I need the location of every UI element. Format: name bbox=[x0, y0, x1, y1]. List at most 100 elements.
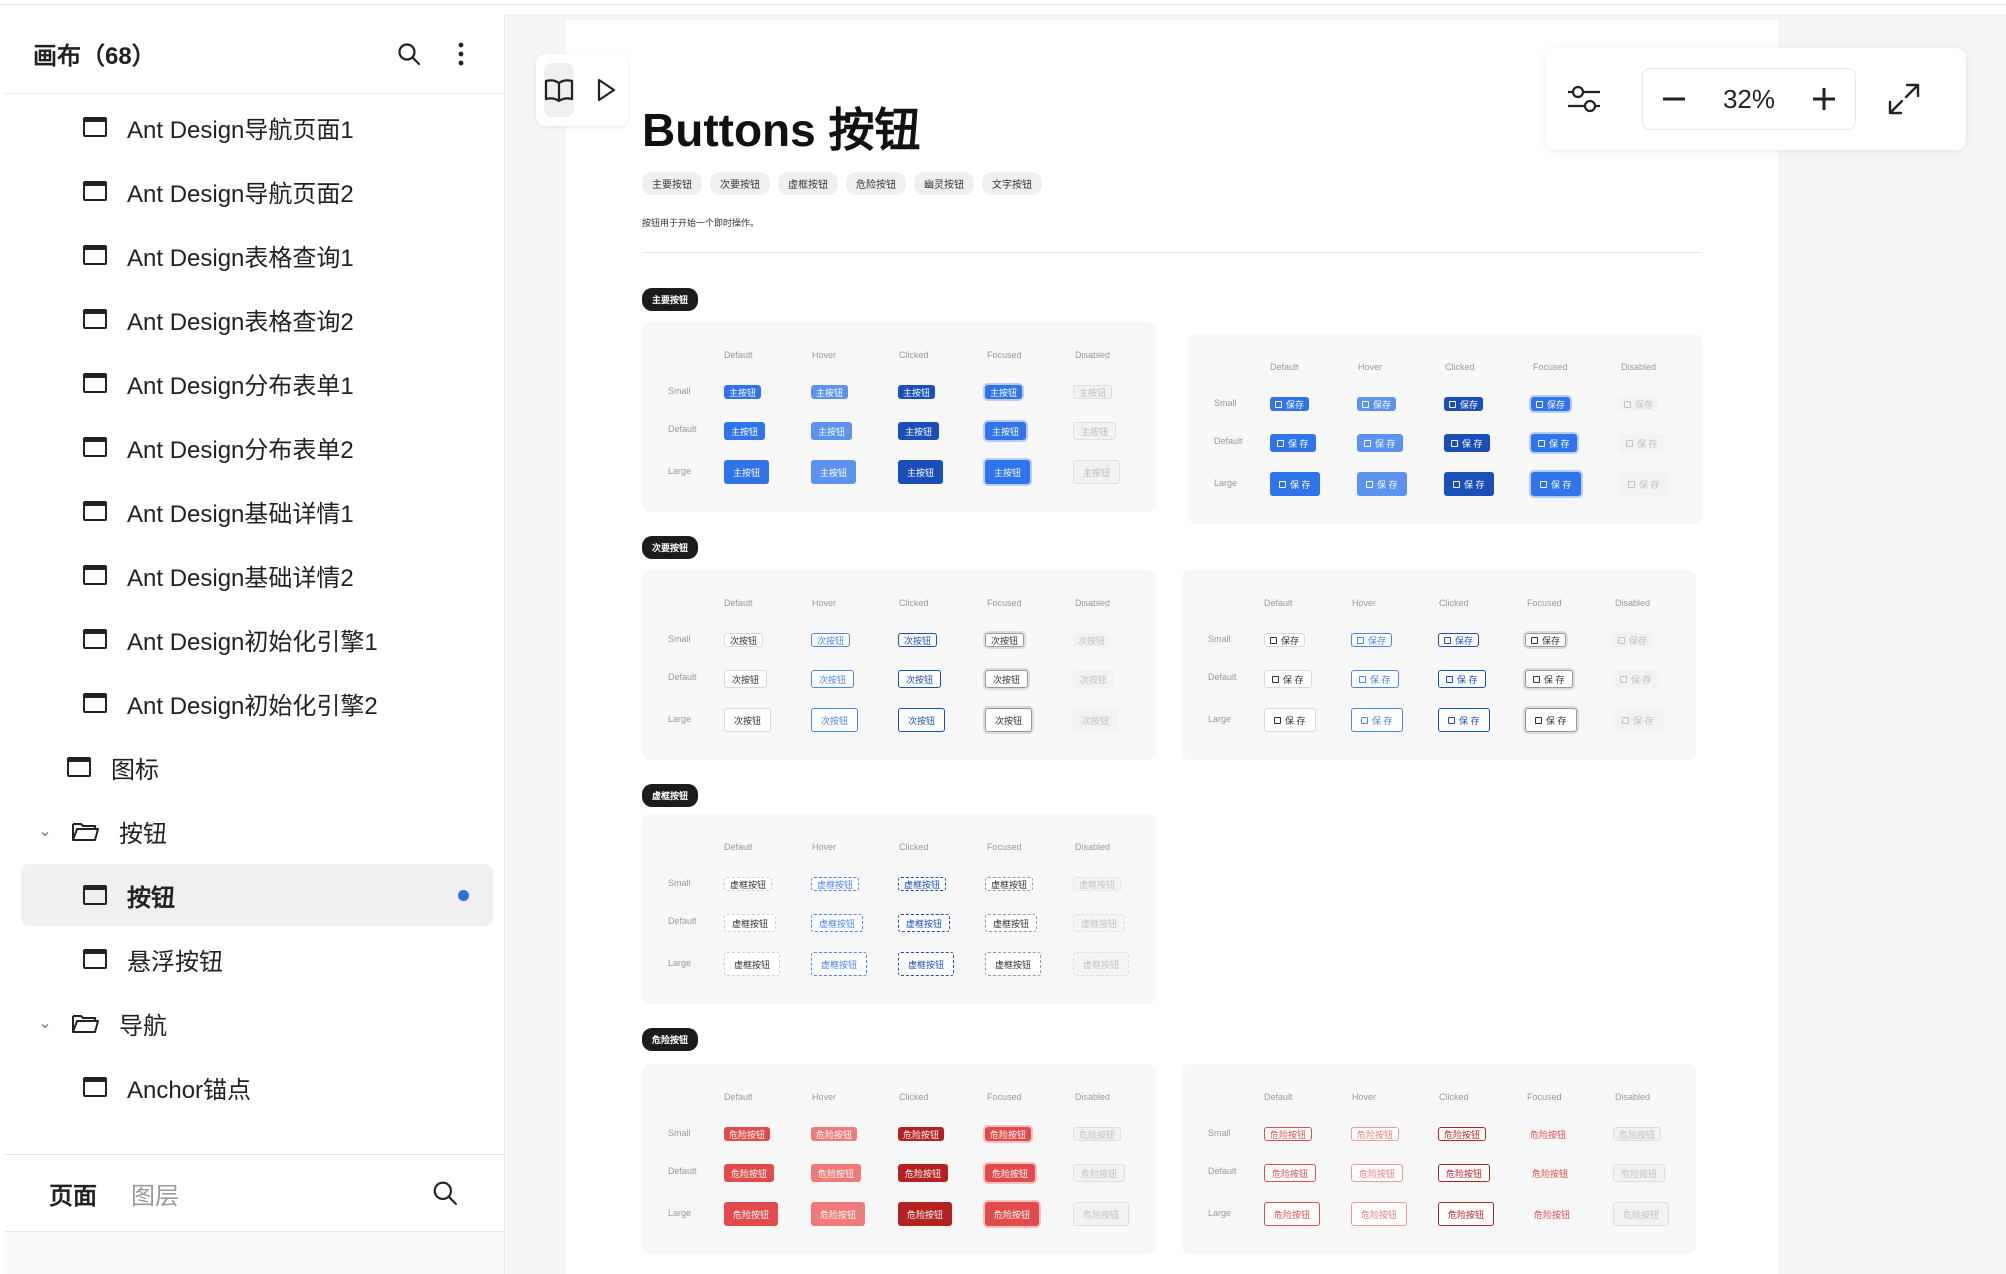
tree-item[interactable]: 悬浮按钮 bbox=[21, 928, 493, 990]
sample-button-label: 危险按钮 bbox=[1530, 1129, 1567, 1140]
size-label: Default bbox=[668, 424, 697, 434]
sample-button: 保 存 bbox=[1525, 670, 1573, 688]
sample-button-label: 保存 bbox=[1542, 635, 1561, 646]
state-header: Default bbox=[724, 350, 753, 360]
save-icon bbox=[1357, 636, 1364, 644]
tree-item[interactable]: Ant Design基础详情2 bbox=[21, 544, 493, 606]
zoom-level[interactable]: 32% bbox=[1719, 84, 1779, 115]
frame-icon bbox=[83, 373, 107, 393]
sample-button-label: 保存 bbox=[1281, 635, 1300, 646]
tab-pages[interactable]: 页面 bbox=[49, 1176, 97, 1211]
sample-button: 主按钮 bbox=[811, 422, 853, 440]
sample-button: 次按钮 bbox=[724, 633, 764, 647]
tree-item[interactable]: ⌄ 导航 bbox=[21, 992, 493, 1054]
zoom-in-icon[interactable] bbox=[1809, 84, 1839, 114]
chevron-down-icon[interactable]: ⌄ bbox=[33, 821, 57, 841]
sample-button: 危险按钮 bbox=[724, 1127, 771, 1141]
tree-item[interactable]: Ant Design表格查询1 bbox=[21, 224, 493, 286]
search-icon[interactable] bbox=[430, 1178, 460, 1208]
sample-button-label: 保 存 bbox=[1457, 674, 1478, 685]
design-canvas[interactable]: Buttons 按钮 主要按钮 次要按钮 虚框按钮 危险按钮 幽灵按钮 文字按钮 按钮用于… bbox=[506, 14, 2006, 1274]
size-label: Small bbox=[668, 1128, 691, 1138]
state-header: Focused bbox=[987, 598, 1022, 608]
sample-button: 危险按钮 bbox=[724, 1164, 775, 1182]
sample-button: 主按钮 bbox=[1073, 422, 1117, 440]
sample-button-label: 保 存 bbox=[1462, 438, 1483, 449]
settings-sliders-icon[interactable] bbox=[1564, 79, 1604, 119]
save-icon bbox=[1444, 636, 1451, 644]
sample-button-label: 保存 bbox=[1455, 635, 1474, 646]
size-label: Large bbox=[668, 1208, 692, 1218]
frame-icon bbox=[83, 181, 107, 201]
sample-button-label: 次按钮 bbox=[732, 674, 760, 685]
tree-item[interactable]: Ant Design表格查询2 bbox=[21, 288, 493, 350]
sample-button: 保 存 bbox=[1357, 434, 1403, 452]
zoom-out-icon[interactable] bbox=[1659, 84, 1689, 114]
sample-button: 保 存 bbox=[1351, 708, 1403, 732]
sample-button: 虚框按钮 bbox=[724, 914, 777, 932]
save-icon bbox=[1540, 480, 1547, 488]
size-label: Small bbox=[668, 634, 691, 644]
sample-button-label: 保 存 bbox=[1377, 479, 1398, 490]
tree-item[interactable]: Ant Design导航页面2 bbox=[21, 160, 493, 222]
sample-button-label: 危险按钮 bbox=[1623, 1209, 1660, 1220]
tree-item[interactable]: Anchor锚点 bbox=[21, 1056, 493, 1118]
sample-button-label: 危险按钮 bbox=[1619, 1129, 1656, 1140]
tree-item[interactable]: Ant Design分布表单2 bbox=[21, 416, 493, 478]
sample-button-label: 保 存 bbox=[1370, 674, 1391, 685]
sidebar-header: 画布（68） bbox=[5, 14, 504, 94]
sample-button-label: 次按钮 bbox=[1078, 635, 1106, 646]
sample-button-label: 主按钮 bbox=[731, 426, 759, 437]
sample-button-label: 危险按钮 bbox=[733, 1209, 770, 1220]
sample-button: 次按钮 bbox=[724, 708, 772, 732]
book-icon[interactable] bbox=[544, 63, 574, 117]
search-icon[interactable] bbox=[394, 39, 424, 69]
frame-icon bbox=[83, 949, 107, 969]
sample-button-label: 次按钮 bbox=[821, 715, 849, 726]
tag-chip: 文字按钮 bbox=[982, 172, 1042, 195]
sample-button: 主按钮 bbox=[898, 460, 944, 484]
sample-button: 危险按钮 bbox=[724, 1202, 779, 1226]
fullscreen-icon[interactable] bbox=[1884, 79, 1924, 119]
save-icon bbox=[1536, 400, 1543, 408]
section-pill: 危险按钮 bbox=[642, 1028, 699, 1051]
sample-button-label: 虚框按钮 bbox=[908, 959, 945, 970]
sample-button: 危险按钮 bbox=[1264, 1202, 1321, 1226]
tree-item[interactable]: 按钮 bbox=[21, 864, 493, 926]
sample-button-label: 次按钮 bbox=[1080, 674, 1108, 685]
sample-button: 主按钮 bbox=[811, 460, 857, 484]
sample-button: 次按钮 bbox=[724, 670, 768, 688]
tree-item[interactable]: Ant Design初始化引擎2 bbox=[21, 672, 493, 734]
sample-button-label: 保存 bbox=[1373, 399, 1392, 410]
frame-icon bbox=[83, 1077, 107, 1097]
sample-button-label: 主按钮 bbox=[818, 426, 846, 437]
sample-button-label: 危险按钮 bbox=[1621, 1168, 1658, 1179]
tree-item[interactable]: Ant Design分布表单1 bbox=[21, 352, 493, 414]
sample-button: 主按钮 bbox=[985, 422, 1027, 440]
sample-button: 主按钮 bbox=[985, 460, 1031, 484]
sample-button: 危险按钮 bbox=[1264, 1164, 1317, 1182]
tree-item[interactable]: Ant Design导航页面1 bbox=[21, 96, 493, 158]
chevron-down-icon[interactable]: ⌄ bbox=[33, 1013, 57, 1033]
sample-button: 危险按钮 bbox=[1351, 1202, 1408, 1226]
tree-item[interactable]: Ant Design基础详情1 bbox=[21, 480, 493, 542]
tree-item[interactable]: Ant Design初始化引擎1 bbox=[21, 608, 493, 670]
play-icon[interactable] bbox=[592, 63, 620, 117]
save-icon bbox=[1446, 675, 1453, 683]
state-header: Default bbox=[724, 598, 753, 608]
page-tree: Ant Design导航页面1 Ant Design导航页面2 Ant Design… bbox=[5, 94, 504, 1144]
tree-item[interactable]: 图标 bbox=[21, 736, 493, 798]
tree-item[interactable]: ⌄ 按钮 bbox=[21, 800, 493, 862]
artboard[interactable]: Buttons 按钮 主要按钮 次要按钮 虚框按钮 危险按钮 幽灵按钮 文字按钮 按钮用于… bbox=[566, 20, 1778, 1274]
tab-layers[interactable]: 图层 bbox=[131, 1176, 179, 1211]
sample-button: 虚框按钮 bbox=[985, 952, 1042, 976]
sample-button-label: 次按钮 bbox=[995, 715, 1023, 726]
more-vertical-icon[interactable] bbox=[446, 39, 476, 69]
sample-button: 虚框按钮 bbox=[724, 877, 773, 891]
tree-item-label: Ant Design导航页面2 bbox=[127, 180, 354, 208]
sample-button-label: 主按钮 bbox=[990, 387, 1018, 398]
sample-button: 次按钮 bbox=[898, 670, 942, 688]
sample-button-label: 危险按钮 bbox=[905, 1168, 942, 1179]
state-header: Clicked bbox=[1445, 362, 1475, 372]
size-label: Default bbox=[668, 1166, 697, 1176]
